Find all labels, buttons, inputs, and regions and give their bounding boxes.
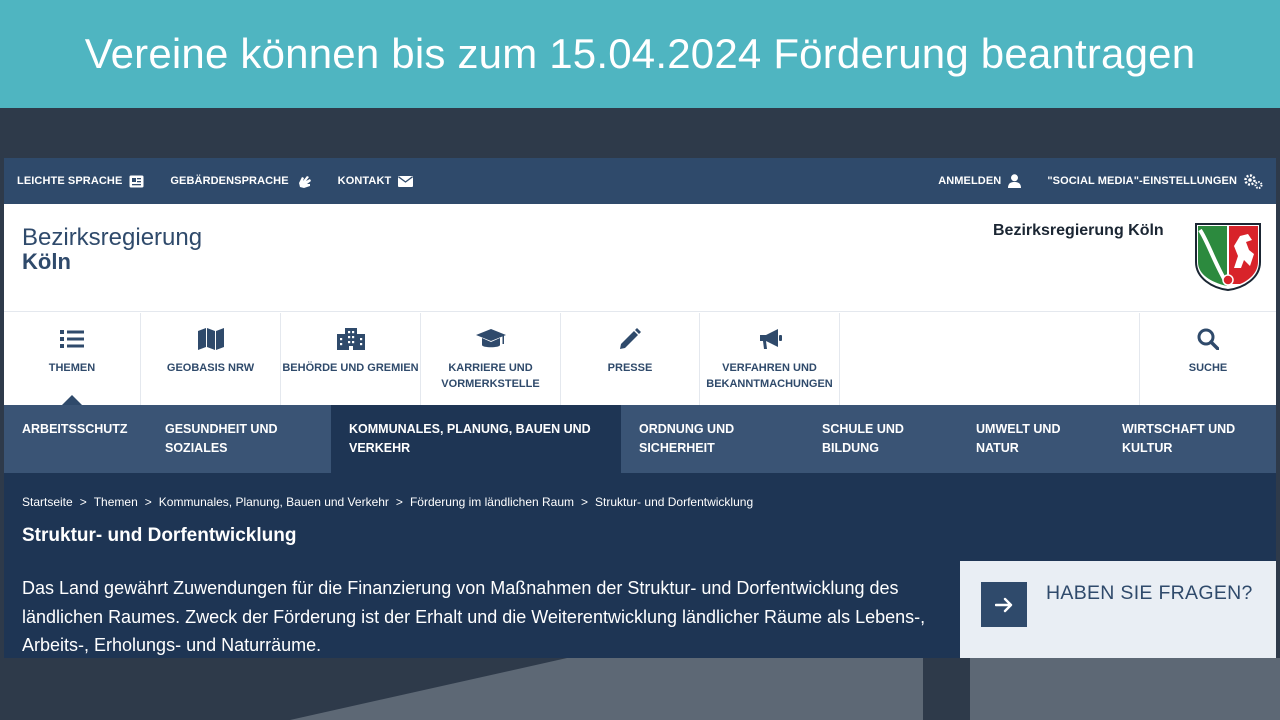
topic-schule[interactable]: SCHULE UND BILDUNG (804, 405, 958, 473)
topic-ordnung[interactable]: ORDNUNG UND SICHERHEIT (621, 405, 804, 473)
list-icon (60, 330, 84, 348)
gears-icon (1244, 173, 1263, 189)
nrw-crest-icon (1195, 223, 1261, 292)
nav-suche[interactable]: SUCHE (1140, 313, 1276, 405)
arrow-right-icon (995, 597, 1013, 612)
nav-themen[interactable]: THEMEN (4, 313, 141, 405)
map-icon (197, 328, 224, 350)
nav-karriere[interactable]: KARRIERE UND VORMERKSTELLE (421, 313, 561, 405)
breadcrumb-current: Struktur- und Dorfentwicklung (595, 495, 754, 509)
website-screenshot: LEICHTE SPRACHE GEBÄRDENSPRACHE KONTAKT … (4, 158, 1276, 658)
content-area: Startseite > Themen > Kommunales, Planun… (4, 473, 1276, 658)
slide-banner: Vereine können bis zum 15.04.2024 Förder… (0, 0, 1280, 108)
organization-name: Bezirksregierung Köln (993, 222, 1164, 239)
background-shape (970, 658, 1280, 720)
nav-behoerde[interactable]: BEHÖRDE UND GREMIEN (281, 313, 421, 405)
site-logo-text[interactable]: Bezirksregierung (22, 224, 202, 252)
graduation-cap-icon (475, 329, 506, 348)
background-shape (567, 658, 615, 720)
main-navigation: THEMEN GEOBASIS NRW BEHÖRDE UND GREMIEN … (4, 313, 1276, 405)
megaphone-icon (759, 329, 782, 349)
user-icon (1008, 174, 1022, 188)
faq-label[interactable]: HABEN SIE FRAGEN? (1046, 582, 1253, 605)
page-title: Struktur- und Dorfentwicklung (22, 525, 297, 546)
breadcrumb: Startseite > Themen > Kommunales, Planun… (22, 495, 760, 509)
topic-navigation: ARBEITSSCHUTZ GESUNDHEIT UND SOZIALES KO… (4, 405, 1276, 473)
sign-language-icon (298, 175, 311, 188)
nav-verfahren[interactable]: VERFAHREN UND BEKANNTMACHUNGEN (700, 313, 840, 405)
breadcrumb-separator: > (581, 495, 589, 509)
social-media-settings-link[interactable]: "SOCIAL MEDIA"-EINSTELLUNGEN (1034, 158, 1276, 204)
breadcrumb-separator: > (144, 495, 152, 509)
easy-language-link[interactable]: LEICHTE SPRACHE (4, 158, 157, 204)
mail-icon (398, 175, 414, 187)
topic-wirtschaft[interactable]: WIRTSCHAFT UND KULTUR (1104, 405, 1276, 473)
topic-arbeitsschutz[interactable]: ARBEITSSCHUTZ (4, 405, 147, 473)
site-logo-city[interactable]: Köln (22, 249, 71, 275)
breadcrumb-separator: > (395, 495, 403, 509)
breadcrumb-item[interactable]: Förderung im ländlichen Raum (410, 495, 574, 509)
breadcrumb-item[interactable]: Kommunales, Planung, Bauen und Verkehr (159, 495, 389, 509)
login-link[interactable]: ANMELDEN (925, 158, 1034, 204)
topic-kommunales[interactable]: KOMMUNALES, PLANUNG, BAUEN UND VERKEHR (331, 405, 621, 473)
background-shape (290, 658, 567, 720)
sign-language-link[interactable]: GEBÄRDENSPRACHE (157, 158, 324, 204)
nav-presse[interactable]: PRESSE (561, 313, 700, 405)
breadcrumb-item[interactable]: Startseite (22, 495, 73, 509)
building-icon (336, 328, 365, 350)
topic-umwelt[interactable]: UMWELT UND NATUR (958, 405, 1104, 473)
faq-box[interactable]: HABEN SIE FRAGEN? (960, 561, 1276, 658)
pencil-icon (620, 328, 641, 349)
easy-language-icon (129, 175, 144, 187)
nav-geobasis[interactable]: GEOBASIS NRW (141, 313, 281, 405)
nav-spacer (840, 313, 1140, 405)
topic-gesundheit[interactable]: GESUNDHEIT UND SOZIALES (147, 405, 331, 473)
utility-bar: LEICHTE SPRACHE GEBÄRDENSPRACHE KONTAKT … (4, 158, 1276, 204)
contact-link[interactable]: KONTAKT (325, 158, 427, 204)
search-icon (1197, 328, 1219, 350)
background-shape (615, 658, 923, 720)
intro-text: Das Land gewährt Zuwendungen für die Fin… (22, 578, 926, 655)
slide-title: Vereine können bis zum 15.04.2024 Förder… (84, 30, 1196, 77)
breadcrumb-item[interactable]: Themen (94, 495, 138, 509)
faq-button[interactable] (981, 582, 1027, 627)
breadcrumb-separator: > (79, 495, 87, 509)
site-header: Bezirksregierung Köln Bezirksregierung K… (4, 204, 1276, 312)
